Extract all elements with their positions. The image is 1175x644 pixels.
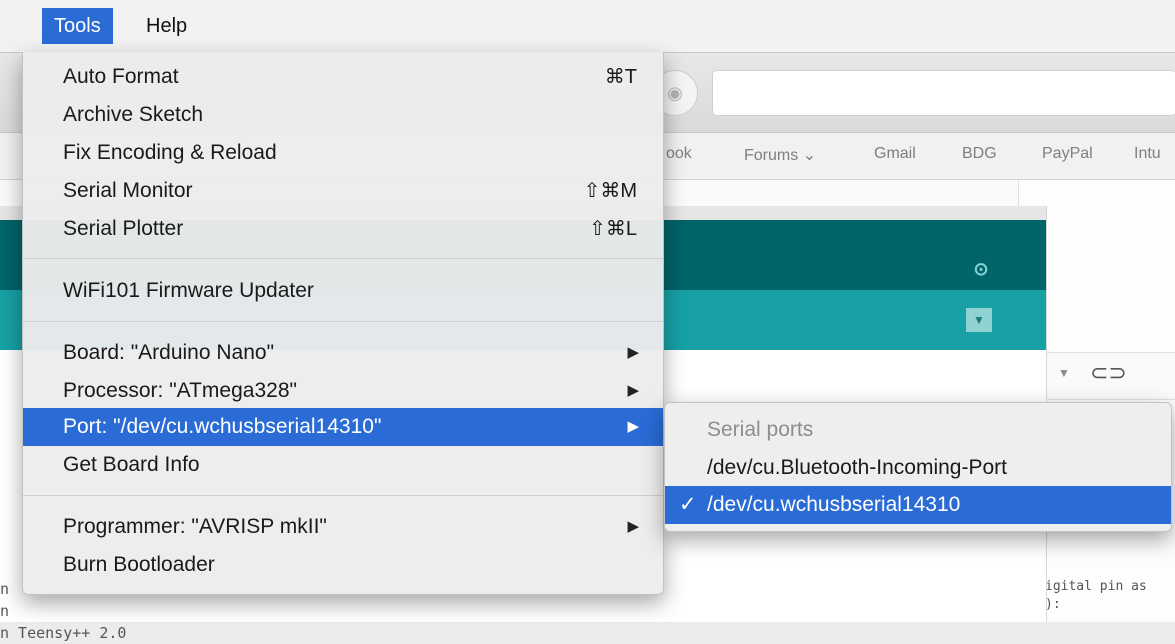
menu-item-label: Programmer: "AVRISP mkII" bbox=[63, 515, 327, 538]
menu-item-archive-sketch[interactable]: Archive Sketch bbox=[23, 96, 663, 134]
bookmark-item[interactable]: ook bbox=[666, 145, 692, 163]
bookmark-intu[interactable]: Intu bbox=[1134, 145, 1161, 163]
menu-item-label: Burn Bootloader bbox=[63, 553, 215, 576]
menu-item-label: Serial Plotter bbox=[63, 217, 184, 240]
link-icon[interactable]: ⊂⊃ bbox=[1090, 360, 1127, 386]
code-line: ): bbox=[1045, 597, 1061, 612]
tools-menu: Auto Format ⌘T Archive Sketch Fix Encodi… bbox=[22, 52, 664, 595]
menu-item-get-board-info[interactable]: Get Board Info bbox=[23, 446, 663, 484]
port-item-label: /dev/cu.Bluetooth-Incoming-Port bbox=[707, 456, 1007, 479]
menu-item-programmer[interactable]: Programmer: "AVRISP mkII" ▶ bbox=[23, 508, 663, 546]
caret-down-icon[interactable]: ▼ bbox=[1058, 366, 1070, 380]
bookmark-forums[interactable]: Forums ⌄ bbox=[744, 145, 816, 165]
menu-item-auto-format[interactable]: Auto Format ⌘T bbox=[23, 58, 663, 96]
menu-tools[interactable]: Tools bbox=[42, 8, 113, 44]
submenu-header: Serial ports bbox=[665, 411, 1171, 449]
code-line: igital pin as bbox=[1045, 579, 1147, 594]
port-item-wchusbserial[interactable]: ✓ /dev/cu.wchusbserial14310 bbox=[665, 486, 1171, 524]
submenu-header-label: Serial ports bbox=[707, 418, 814, 441]
shortcut: ⇧⌘L bbox=[589, 218, 637, 240]
submenu-arrow-icon: ▶ bbox=[627, 382, 639, 399]
menu-item-label: Port: "/dev/cu.wchusbserial14310" bbox=[63, 415, 382, 438]
menu-item-port[interactable]: Port: "/dev/cu.wchusbserial14310" ▶ bbox=[23, 408, 663, 446]
menu-item-label: Board: "Arduino Nano" bbox=[63, 341, 275, 364]
menu-item-label: Fix Encoding & Reload bbox=[63, 141, 277, 164]
menu-item-wifi101-updater[interactable]: WiFi101 Firmware Updater bbox=[23, 272, 663, 310]
menu-item-board[interactable]: Board: "Arduino Nano" ▶ bbox=[23, 334, 663, 372]
menu-item-burn-bootloader[interactable]: Burn Bootloader bbox=[23, 546, 663, 584]
code-line: n bbox=[0, 580, 10, 598]
submenu-arrow-icon: ▶ bbox=[627, 344, 639, 361]
menu-item-label: Archive Sketch bbox=[63, 103, 204, 126]
submenu-arrow-icon: ▶ bbox=[627, 518, 639, 535]
checkmark-icon: ✓ bbox=[679, 493, 697, 516]
menu-bar: Tools Help bbox=[0, 0, 1175, 53]
code-line: n Teensy++ 2.0 bbox=[0, 624, 127, 642]
menu-item-serial-monitor[interactable]: Serial Monitor ⇧⌘M bbox=[23, 172, 663, 210]
menu-item-label: Auto Format bbox=[63, 65, 179, 88]
menu-help[interactable]: Help bbox=[134, 8, 199, 44]
menu-item-label: Get Board Info bbox=[63, 453, 200, 476]
menu-item-fix-encoding[interactable]: Fix Encoding & Reload bbox=[23, 134, 663, 172]
menu-item-label: Processor: "ATmega328" bbox=[63, 379, 297, 402]
tab-dropdown-icon[interactable]: ▼ bbox=[966, 308, 992, 332]
code-line: n bbox=[0, 602, 10, 620]
menu-item-serial-plotter[interactable]: Serial Plotter ⇧⌘L bbox=[23, 210, 663, 248]
serial-monitor-icon[interactable]: ⊙ bbox=[968, 256, 994, 282]
menu-separator bbox=[23, 321, 663, 322]
submenu-arrow-icon: ▶ bbox=[627, 418, 639, 435]
address-bar[interactable] bbox=[712, 70, 1175, 116]
menu-item-label: Serial Monitor bbox=[63, 179, 193, 202]
bookmark-gmail[interactable]: Gmail bbox=[874, 145, 916, 163]
right-code: igital pin as ): bbox=[1045, 578, 1147, 614]
menu-item-processor[interactable]: Processor: "ATmega328" ▶ bbox=[23, 372, 663, 410]
menu-separator bbox=[23, 258, 663, 259]
port-item-bluetooth[interactable]: /dev/cu.Bluetooth-Incoming-Port bbox=[665, 449, 1171, 487]
menu-separator bbox=[23, 495, 663, 496]
bookmark-bdg[interactable]: BDG bbox=[962, 145, 997, 163]
port-item-label: /dev/cu.wchusbserial14310 bbox=[707, 493, 961, 516]
port-submenu: Serial ports /dev/cu.Bluetooth-Incoming-… bbox=[664, 402, 1172, 532]
shortcut: ⇧⌘M bbox=[583, 180, 637, 202]
menu-item-label: WiFi101 Firmware Updater bbox=[63, 279, 314, 302]
bookmark-paypal[interactable]: PayPal bbox=[1042, 145, 1093, 163]
shortcut: ⌘T bbox=[604, 66, 637, 88]
